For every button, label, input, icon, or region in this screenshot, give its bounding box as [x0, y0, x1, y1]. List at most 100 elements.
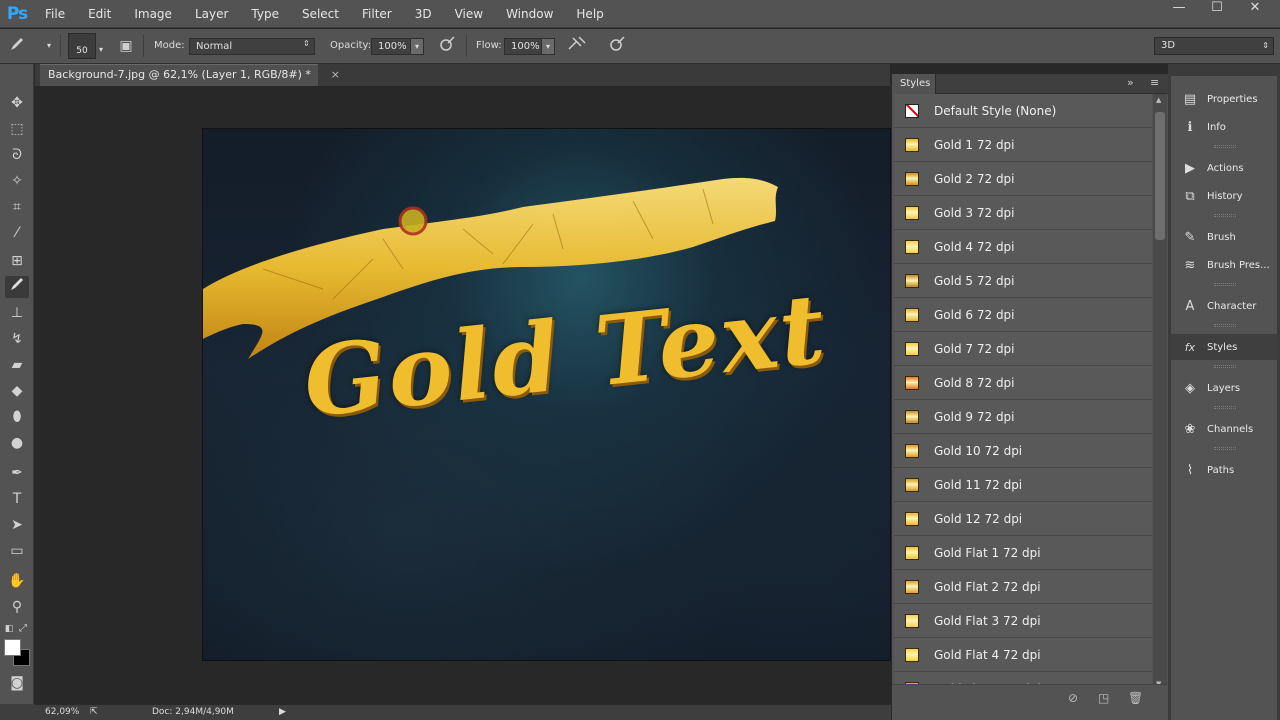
pen-tool-icon[interactable]: ✒: [5, 462, 29, 484]
close-window-button[interactable]: ✕: [1240, 0, 1270, 18]
style-item[interactable]: Gold 3 72 dpi: [894, 196, 1152, 230]
dodge-tool-icon[interactable]: ●: [5, 432, 29, 454]
dock-group-grip[interactable]: [1214, 283, 1236, 286]
type-tool-icon[interactable]: T: [5, 488, 29, 510]
dock-item-info[interactable]: ℹ Info: [1171, 114, 1277, 140]
dock-item-styles[interactable]: fx Styles: [1171, 334, 1277, 360]
dock-item-character[interactable]: A Character: [1171, 293, 1277, 319]
dock-group-grip[interactable]: [1214, 447, 1236, 450]
dock-item-history[interactable]: ⧉ History: [1171, 183, 1277, 209]
menu-filter[interactable]: Filter: [351, 0, 404, 28]
styles-scrollbar[interactable]: ▲ ▼: [1153, 94, 1167, 690]
paint-bucket-tool-icon[interactable]: ◆: [5, 380, 29, 402]
quick-select-tool-icon[interactable]: ✧: [5, 170, 29, 192]
menu-layer[interactable]: Layer: [184, 0, 240, 28]
zoom-level[interactable]: 62,09%: [45, 707, 79, 717]
default-colors-icon[interactable]: ◧: [2, 618, 16, 640]
flow-field[interactable]: 100%: [504, 38, 542, 55]
delete-style-icon[interactable]: 🗑: [1128, 691, 1143, 705]
dock-group-grip[interactable]: [1214, 365, 1236, 368]
minimize-button[interactable]: —: [1164, 0, 1194, 18]
menu-select[interactable]: Select: [291, 0, 351, 28]
new-style-icon[interactable]: ◳: [1098, 691, 1109, 705]
style-item[interactable]: Gold 12 72 dpi: [894, 502, 1152, 536]
collapse-panel-icon[interactable]: »: [1127, 76, 1134, 89]
status-menu-arrow-icon[interactable]: ▶: [279, 707, 286, 717]
brush-tool-preset-icon[interactable]: [6, 35, 28, 57]
lasso-tool-icon[interactable]: ᘐ: [5, 144, 29, 166]
menu-type[interactable]: Type: [240, 0, 291, 28]
dock-group-grip[interactable]: [1214, 406, 1236, 409]
menu-file[interactable]: File: [34, 0, 77, 28]
style-item[interactable]: Gold 2 72 dpi: [894, 162, 1152, 196]
clone-stamp-tool-icon[interactable]: ⊥: [5, 302, 29, 324]
style-item[interactable]: Gold Flat 2 72 dpi: [894, 570, 1152, 604]
style-item[interactable]: Gold 4 72 dpi: [894, 230, 1152, 264]
style-item[interactable]: Gold 5 72 dpi: [894, 264, 1152, 298]
tool-preset-dropdown[interactable]: ▾: [44, 38, 54, 55]
style-item[interactable]: Gold 11 72 dpi: [894, 468, 1152, 502]
path-selection-tool-icon[interactable]: ➤: [5, 514, 29, 536]
dock-group-grip[interactable]: [1214, 324, 1236, 327]
style-item[interactable]: Default Style (None): [894, 94, 1152, 128]
dock-item-channels[interactable]: ❀ Channels: [1171, 416, 1277, 442]
mode-select[interactable]: Normal: [189, 38, 315, 55]
menu-help[interactable]: Help: [565, 0, 615, 28]
brush-size-picker[interactable]: 50: [68, 33, 96, 59]
airbrush-icon[interactable]: [566, 35, 588, 57]
opacity-field[interactable]: 100%: [371, 38, 411, 55]
eyedropper-tool-icon[interactable]: ⁄: [5, 222, 29, 244]
panel-menu-icon[interactable]: ≡: [1150, 76, 1159, 89]
style-item[interactable]: Gold Flat 3 72 dpi: [894, 604, 1152, 638]
move-tool-icon[interactable]: ✥: [5, 92, 29, 114]
swap-colors-icon[interactable]: ⤢: [16, 618, 30, 640]
style-item[interactable]: Gold 6 72 dpi: [894, 298, 1152, 332]
style-item[interactable]: Gold Flat 4 72 dpi: [894, 638, 1152, 672]
zoom-tool-icon[interactable]: ⚲: [5, 596, 29, 618]
crop-tool-icon[interactable]: ⌗: [5, 196, 29, 218]
style-item[interactable]: Gold 7 72 dpi: [894, 332, 1152, 366]
scroll-thumb[interactable]: [1155, 112, 1165, 240]
history-brush-tool-icon[interactable]: ↯: [5, 328, 29, 350]
marquee-tool-icon[interactable]: ⬚: [5, 118, 29, 140]
brush-tool-icon[interactable]: [5, 276, 29, 298]
workspace-select[interactable]: 3D ⇕: [1154, 37, 1274, 55]
menu-window[interactable]: Window: [495, 0, 565, 28]
menu-edit[interactable]: Edit: [77, 0, 123, 28]
style-item[interactable]: Gold 10 72 dpi: [894, 434, 1152, 468]
blur-tool-icon[interactable]: ⬮: [5, 406, 29, 428]
dock-group-grip[interactable]: [1214, 145, 1236, 148]
dock-item-paths[interactable]: ⌇ Paths: [1171, 457, 1277, 483]
styles-panel-tab[interactable]: Styles: [892, 74, 936, 94]
dock-item-brush[interactable]: ✎ Brush: [1171, 224, 1277, 250]
foreground-color-swatch[interactable]: [4, 639, 21, 656]
menu-view[interactable]: View: [444, 0, 495, 28]
pressure-opacity-icon[interactable]: [436, 35, 458, 57]
dock-item-brush-pres[interactable]: ≋ Brush Pres...: [1171, 252, 1277, 278]
export-icon[interactable]: ⇱: [90, 707, 98, 717]
artboard[interactable]: Gold Text: [202, 128, 891, 661]
brush-panel-toggle-icon[interactable]: ▣: [115, 35, 137, 57]
pressure-size-icon[interactable]: [606, 35, 628, 57]
style-item[interactable]: Gold 9 72 dpi: [894, 400, 1152, 434]
flow-dropdown[interactable]: ▾: [541, 38, 555, 55]
document-tab[interactable]: Background-7.jpg @ 62,1% (Layer 1, RGB/8…: [40, 64, 340, 86]
eraser-tool-icon[interactable]: ▰: [5, 354, 29, 376]
menu-3d[interactable]: 3D: [404, 0, 444, 28]
style-item[interactable]: Gold 1 72 dpi: [894, 128, 1152, 162]
hand-tool-icon[interactable]: ✋: [5, 570, 29, 592]
brush-picker-dropdown[interactable]: ▾: [96, 42, 106, 59]
rectangle-tool-icon[interactable]: ▭: [5, 540, 29, 562]
quick-mask-icon[interactable]: ◙: [5, 672, 29, 694]
scroll-up-icon[interactable]: ▲: [1156, 96, 1161, 104]
dock-item-properties[interactable]: ▤ Properties: [1171, 86, 1277, 112]
menu-image[interactable]: Image: [123, 0, 184, 28]
maximize-button[interactable]: ☐: [1202, 0, 1232, 18]
dock-item-actions[interactable]: ▶ Actions: [1171, 155, 1277, 181]
healing-brush-tool-icon[interactable]: ⊞: [5, 250, 29, 272]
close-document-icon[interactable]: ×: [331, 65, 340, 85]
style-item[interactable]: Gold 8 72 dpi: [894, 366, 1152, 400]
clear-style-icon[interactable]: ⊘: [1068, 691, 1078, 705]
dock-item-layers[interactable]: ◈ Layers: [1171, 375, 1277, 401]
dock-group-grip[interactable]: [1214, 214, 1236, 217]
